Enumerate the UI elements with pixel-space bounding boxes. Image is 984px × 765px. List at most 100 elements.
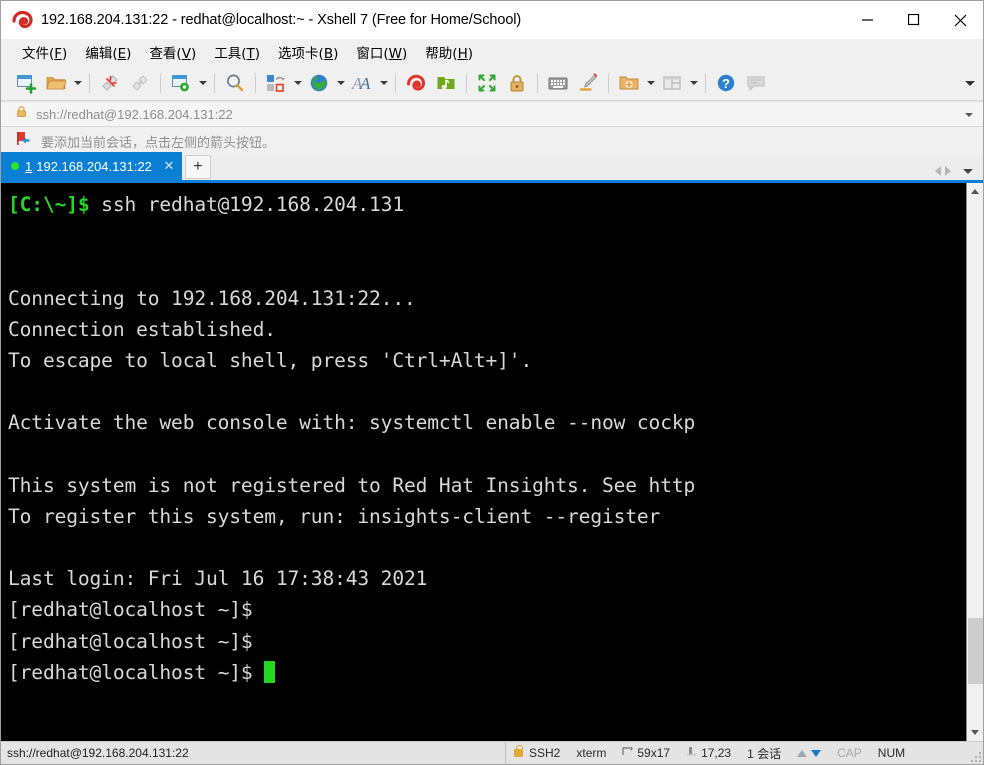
xshell-red-icon[interactable]: [401, 68, 431, 98]
disconnect-icon[interactable]: [95, 68, 125, 98]
terminal-line: [redhat@localhost ~]$: [8, 626, 966, 657]
font-style-icon[interactable]: A A: [347, 68, 377, 98]
toolbar: A A ?: [1, 65, 983, 101]
terminal-output[interactable]: [C:\~]$ ssh redhat@192.168.204.131 Connec…: [2, 183, 966, 741]
triangle-right-icon[interactable]: [945, 166, 951, 176]
status-caps-label: CAP: [837, 746, 862, 760]
file-transfer-icon[interactable]: [261, 68, 291, 98]
layout-panes-icon[interactable]: [657, 68, 687, 98]
menu-item-file[interactable]: 文件(F): [13, 40, 76, 64]
reconnect-icon[interactable]: [125, 68, 155, 98]
status-bar: ssh://redhat@192.168.204.131:22 SSH2 xte…: [1, 741, 983, 765]
status-sessions-label: 1 会话: [747, 746, 782, 761]
terminal-line: To register this system, run: insights-c…: [8, 501, 966, 532]
fullscreen-icon[interactable]: [472, 68, 502, 98]
svg-text:?: ?: [722, 76, 730, 91]
close-button[interactable]: [937, 1, 983, 39]
terminal-text: [redhat@localhost ~]$: [8, 598, 253, 622]
menu-item-tabs[interactable]: 选项卡(B): [269, 40, 347, 64]
toolbar-separator: [537, 72, 538, 93]
xftp-green-icon[interactable]: [431, 68, 461, 98]
session-properties-dropdown-icon[interactable]: [196, 68, 209, 98]
terminal-line: [redhat@localhost ~]$: [8, 657, 966, 688]
add-to-folder-dropdown-icon[interactable]: [644, 68, 657, 98]
globe-encoding-dropdown-icon[interactable]: [334, 68, 347, 98]
globe-encoding-icon[interactable]: [304, 68, 334, 98]
resize-grip-icon[interactable]: [969, 750, 981, 762]
toolbar-separator: [395, 72, 396, 93]
toolbar-separator: [608, 72, 609, 93]
xshell-logo-icon: [11, 9, 33, 31]
toolbar-separator: [214, 72, 215, 93]
add-to-folder-icon[interactable]: [614, 68, 644, 98]
terminal-line: Activate the web console with: systemctl…: [8, 407, 966, 438]
terminal-line: Last login: Fri Jul 16 17:38:43 2021: [8, 563, 966, 594]
toolbar-separator: [466, 72, 467, 93]
toolbar-separator: [705, 72, 706, 93]
address-input[interactable]: ssh://redhat@192.168.204.131:22: [36, 107, 233, 122]
terminal-text: Connection established.: [8, 317, 276, 341]
lock-icon[interactable]: [502, 68, 532, 98]
status-size: 59x17: [614, 742, 678, 765]
close-icon[interactable]: ✕: [162, 158, 176, 174]
keyboard-icon[interactable]: [543, 68, 573, 98]
scroll-up-chevron-up-icon[interactable]: [966, 183, 983, 200]
open-folder-dropdown-icon[interactable]: [71, 68, 84, 98]
terminal-cursor: [264, 660, 276, 683]
scroll-down-chevron-down-icon[interactable]: [966, 724, 983, 741]
help-question-icon[interactable]: ?: [711, 68, 741, 98]
chat-bubble-icon[interactable]: [741, 68, 771, 98]
toolbar-overflow-chevron-icon[interactable]: [965, 65, 975, 101]
menu-item-window[interactable]: 窗口(W): [347, 40, 416, 64]
highlighter-icon[interactable]: [573, 68, 603, 98]
status-term-type: xterm: [568, 742, 614, 765]
status-protocol: SSH2: [506, 742, 568, 765]
arrow-up-icon: [797, 749, 808, 757]
minimize-button[interactable]: [845, 1, 891, 39]
status-protocol-label: SSH2: [529, 746, 561, 760]
lock-icon: [514, 745, 523, 757]
status-num: NUM: [870, 742, 913, 765]
lock-icon: [15, 105, 28, 123]
maximize-button[interactable]: [891, 1, 937, 39]
tab-nav-controls: [935, 166, 979, 176]
tab-session-1[interactable]: 1 192.168.204.131:22 ✕: [1, 152, 182, 180]
terminal-text: ssh redhat@192.168.204.131: [101, 193, 404, 216]
triangle-left-icon[interactable]: [935, 166, 941, 176]
terminal-line: Connection established.: [8, 314, 966, 345]
window-controls: [845, 1, 983, 39]
chevron-down-icon[interactable]: [963, 168, 973, 174]
terminal-text: [redhat@localhost ~]$: [8, 629, 253, 653]
menu-item-tools[interactable]: 工具(T): [205, 40, 269, 64]
open-folder-icon[interactable]: [41, 68, 71, 98]
find-search-icon[interactable]: [220, 68, 250, 98]
terminal-area: [C:\~]$ ssh redhat@192.168.204.131 Connec…: [1, 183, 983, 741]
new-session-icon[interactable]: [11, 68, 41, 98]
address-dropdown-chevron-down-icon[interactable]: [965, 102, 973, 128]
address-bar[interactable]: ssh://redhat@192.168.204.131:22: [1, 101, 983, 127]
menu-item-view[interactable]: 查看(V): [140, 40, 205, 64]
terminal-text: Connecting to 192.168.204.131:22...: [8, 286, 416, 310]
tab-label: 192.168.204.131:22: [36, 158, 152, 174]
file-transfer-dropdown-icon[interactable]: [291, 68, 304, 98]
terminal-text: [redhat@localhost ~]$: [8, 660, 265, 684]
layout-panes-dropdown-icon[interactable]: [687, 68, 700, 98]
session-properties-icon[interactable]: [166, 68, 196, 98]
menu-item-edit[interactable]: 编辑(E): [76, 40, 140, 64]
terminal-line: This system is not registered to Red Hat…: [8, 470, 966, 501]
cursor-position-icon: [686, 746, 697, 760]
scrollbar-thumb[interactable]: [967, 618, 983, 684]
terminal-line: [redhat@localhost ~]$: [8, 594, 966, 625]
menu-item-help[interactable]: 帮助(H): [416, 40, 482, 64]
terminal-scrollbar[interactable]: [966, 183, 983, 741]
new-tab-button[interactable]: +: [184, 155, 211, 179]
notice-text: 要添加当前会话，点击左侧的箭头按钮。: [41, 135, 276, 151]
terminal-text: This system is not registered to Red Hat…: [8, 473, 696, 497]
scrollbar-track[interactable]: [966, 200, 983, 724]
status-num-label: NUM: [877, 746, 906, 760]
terminal-line: To escape to local shell, press 'Ctrl+Al…: [8, 345, 966, 376]
font-style-dropdown-icon[interactable]: [377, 68, 390, 98]
